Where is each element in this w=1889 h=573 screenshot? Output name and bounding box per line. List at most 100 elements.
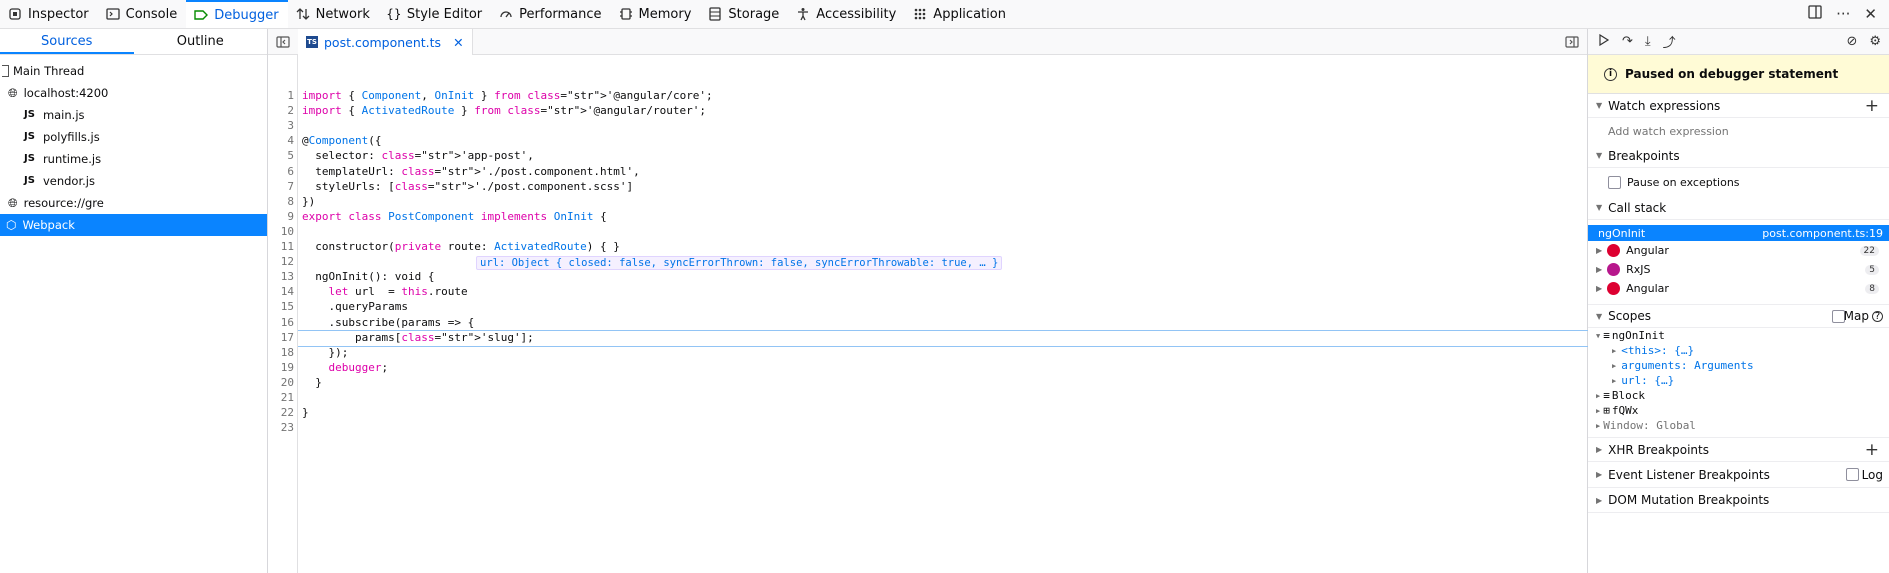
tree-item-main-thread[interactable]: Main Thread <box>0 60 267 82</box>
line-number[interactable]: 6 <box>268 165 294 178</box>
call-stack-frame-selected[interactable]: ngOnInit post.component.ts:19 <box>1588 225 1889 241</box>
pause-on-exceptions-checkbox[interactable] <box>1608 175 1621 189</box>
settings-gear-icon[interactable]: ⚙ <box>1869 34 1881 49</box>
scope-variable[interactable]: ▶ url: {…} <box>1588 373 1889 388</box>
inline-preview[interactable]: url: Object { closed: false, syncErrorTh… <box>476 256 1003 270</box>
file-tab[interactable]: TS post.component.ts ✕ <box>298 29 473 55</box>
line-number[interactable]: 1 <box>268 89 294 102</box>
tree-item-webpack[interactable]: ⬡ Webpack <box>0 214 267 236</box>
collapsed-triangle-icon: ▶ <box>1596 421 1601 430</box>
line-number[interactable]: 19 <box>268 361 294 374</box>
toggle-sidebar-icon[interactable] <box>1565 35 1579 52</box>
tab-inspector[interactable]: Inspector <box>0 0 98 28</box>
tab-application[interactable]: Application <box>905 0 1015 28</box>
line-number[interactable]: 17 <box>268 331 294 344</box>
line-number[interactable]: 8 <box>268 195 294 208</box>
line-number[interactable]: 7 <box>268 180 294 193</box>
line-number[interactable]: 5 <box>268 149 294 162</box>
tab-performance[interactable]: Performance <box>491 0 610 28</box>
line-number[interactable]: 21 <box>268 391 294 404</box>
step-in-icon[interactable]: ⤓ <box>1645 34 1651 49</box>
disable-breakpoints-icon[interactable]: ⊘ <box>1846 34 1857 49</box>
watch-expressions-header[interactable]: ▼ Watch expressions + <box>1588 94 1889 118</box>
line-number[interactable]: 13 <box>268 270 294 283</box>
line-number[interactable]: 4 <box>268 134 294 147</box>
tree-item-resource[interactable]: 🌐︎ resource://gre <box>0 192 267 214</box>
add-xhr-breakpoint-icon[interactable]: + <box>1865 440 1879 460</box>
xhr-breakpoints-header[interactable]: ▶ XHR Breakpoints + <box>1588 437 1889 462</box>
debugger-icon <box>194 8 209 22</box>
expand-triangle-icon: ▼ <box>1596 203 1603 212</box>
line-number[interactable]: 20 <box>268 376 294 389</box>
call-stack-group[interactable]: ▶ Angular 22 <box>1588 241 1889 260</box>
scope-variable[interactable]: ▶ arguments: Arguments <box>1588 358 1889 373</box>
step-out-icon[interactable]: ⤴ <box>1663 32 1676 51</box>
line-number[interactable]: 22 <box>268 406 294 419</box>
line-number[interactable]: 2 <box>268 104 294 117</box>
code-line: selector: class="str">'app-post', <box>302 149 534 163</box>
expand-triangle-icon: ▼ <box>1596 151 1603 160</box>
collapsed-triangle-icon: ▶ <box>1596 495 1603 505</box>
collapsed-triangle-icon: ▶ <box>1596 470 1603 479</box>
call-stack-group[interactable]: ▶ Angular 8 <box>1588 279 1889 298</box>
line-number[interactable]: 3 <box>268 119 294 132</box>
line-number[interactable]: 15 <box>268 300 294 313</box>
close-icon[interactable]: ✕ <box>1864 5 1877 23</box>
scope-name: ngOnInit <box>1611 329 1665 342</box>
toggle-sources-icon[interactable] <box>276 35 290 52</box>
more-options-icon[interactable]: ··· <box>1836 5 1850 23</box>
code-line: params[class="str">'slug']; <box>302 330 534 344</box>
close-tab-icon[interactable]: ✕ <box>453 35 463 50</box>
add-watch-icon[interactable]: + <box>1865 96 1879 116</box>
tab-style-editor[interactable]: {} Style Editor <box>379 0 491 28</box>
globe-icon: 🌐︎ <box>8 86 18 100</box>
line-number[interactable]: 16 <box>268 316 294 329</box>
pause-on-exceptions-row[interactable]: Pause on exceptions <box>1588 168 1889 196</box>
call-stack-header[interactable]: ▼ Call stack <box>1588 196 1889 220</box>
tree-item-label: main.js <box>42 108 85 122</box>
file-tab-label: post.component.ts <box>324 34 442 50</box>
breakpoints-header[interactable]: ▼ Breakpoints <box>1588 144 1889 168</box>
tree-item-file[interactable]: JS runtime.js <box>0 148 267 170</box>
tab-debugger[interactable]: Debugger <box>186 0 288 28</box>
tab-accessibility[interactable]: Accessibility <box>788 0 905 28</box>
collapsed-triangle-icon: ▶ <box>1612 361 1617 370</box>
tree-item-file[interactable]: JS polyfills.js <box>0 126 267 148</box>
tab-outline[interactable]: Outline <box>134 29 268 54</box>
scope-node[interactable]: ▼ ≡ ngOnInit <box>1588 328 1889 343</box>
tab-network[interactable]: Network <box>288 0 379 28</box>
tab-storage[interactable]: Storage <box>700 0 788 28</box>
dom-mutation-breakpoints-header[interactable]: ▶ DOM Mutation Breakpoints <box>1588 488 1889 513</box>
tab-label: Inspector <box>28 6 89 22</box>
line-number[interactable]: 23 <box>268 421 294 434</box>
line-number[interactable]: 14 <box>268 285 294 298</box>
scopes-header[interactable]: ▼ Scopes Map ? <box>1588 304 1889 328</box>
tab-console[interactable]: Console <box>98 0 187 28</box>
line-number[interactable]: 9 <box>268 210 294 223</box>
expand-triangle-icon: ▼ <box>1596 101 1603 110</box>
call-stack-group[interactable]: ▶ RxJS 5 <box>1588 260 1889 279</box>
tree-item-file[interactable]: JS main.js <box>0 104 267 126</box>
tree-item-file[interactable]: JS vendor.js <box>0 170 267 192</box>
event-listener-breakpoints-header[interactable]: ▶ Event Listener Breakpoints Log <box>1588 462 1889 488</box>
resume-icon[interactable] <box>1598 33 1610 50</box>
scope-variable[interactable]: ▶ <this>: {…} <box>1588 343 1889 358</box>
line-number[interactable]: 11 <box>268 240 294 253</box>
dock-icon[interactable] <box>1808 5 1822 23</box>
log-checkbox[interactable] <box>1846 468 1859 481</box>
scope-node[interactable]: ▶ ⊞ fQWx <box>1588 403 1889 418</box>
editor-gutter <box>268 55 298 573</box>
tree-item-localhost[interactable]: 🌐︎ localhost:4200 <box>0 82 267 104</box>
section-title: DOM Mutation Breakpoints <box>1608 493 1770 507</box>
tab-memory[interactable]: Memory <box>611 0 701 28</box>
line-number[interactable]: 18 <box>268 346 294 359</box>
scope-node[interactable]: ▶ ≡ Block <box>1588 388 1889 403</box>
step-over-icon[interactable]: ↷ <box>1622 34 1633 49</box>
help-icon[interactable]: ? <box>1872 310 1883 322</box>
scope-name: Block <box>1611 389 1645 402</box>
scope-node[interactable]: ▶ Window: Global <box>1588 418 1889 433</box>
tab-sources[interactable]: Sources <box>0 29 134 54</box>
line-number[interactable]: 12 <box>268 255 294 268</box>
watch-expression-input[interactable] <box>1608 124 1868 138</box>
line-number[interactable]: 10 <box>268 225 294 238</box>
